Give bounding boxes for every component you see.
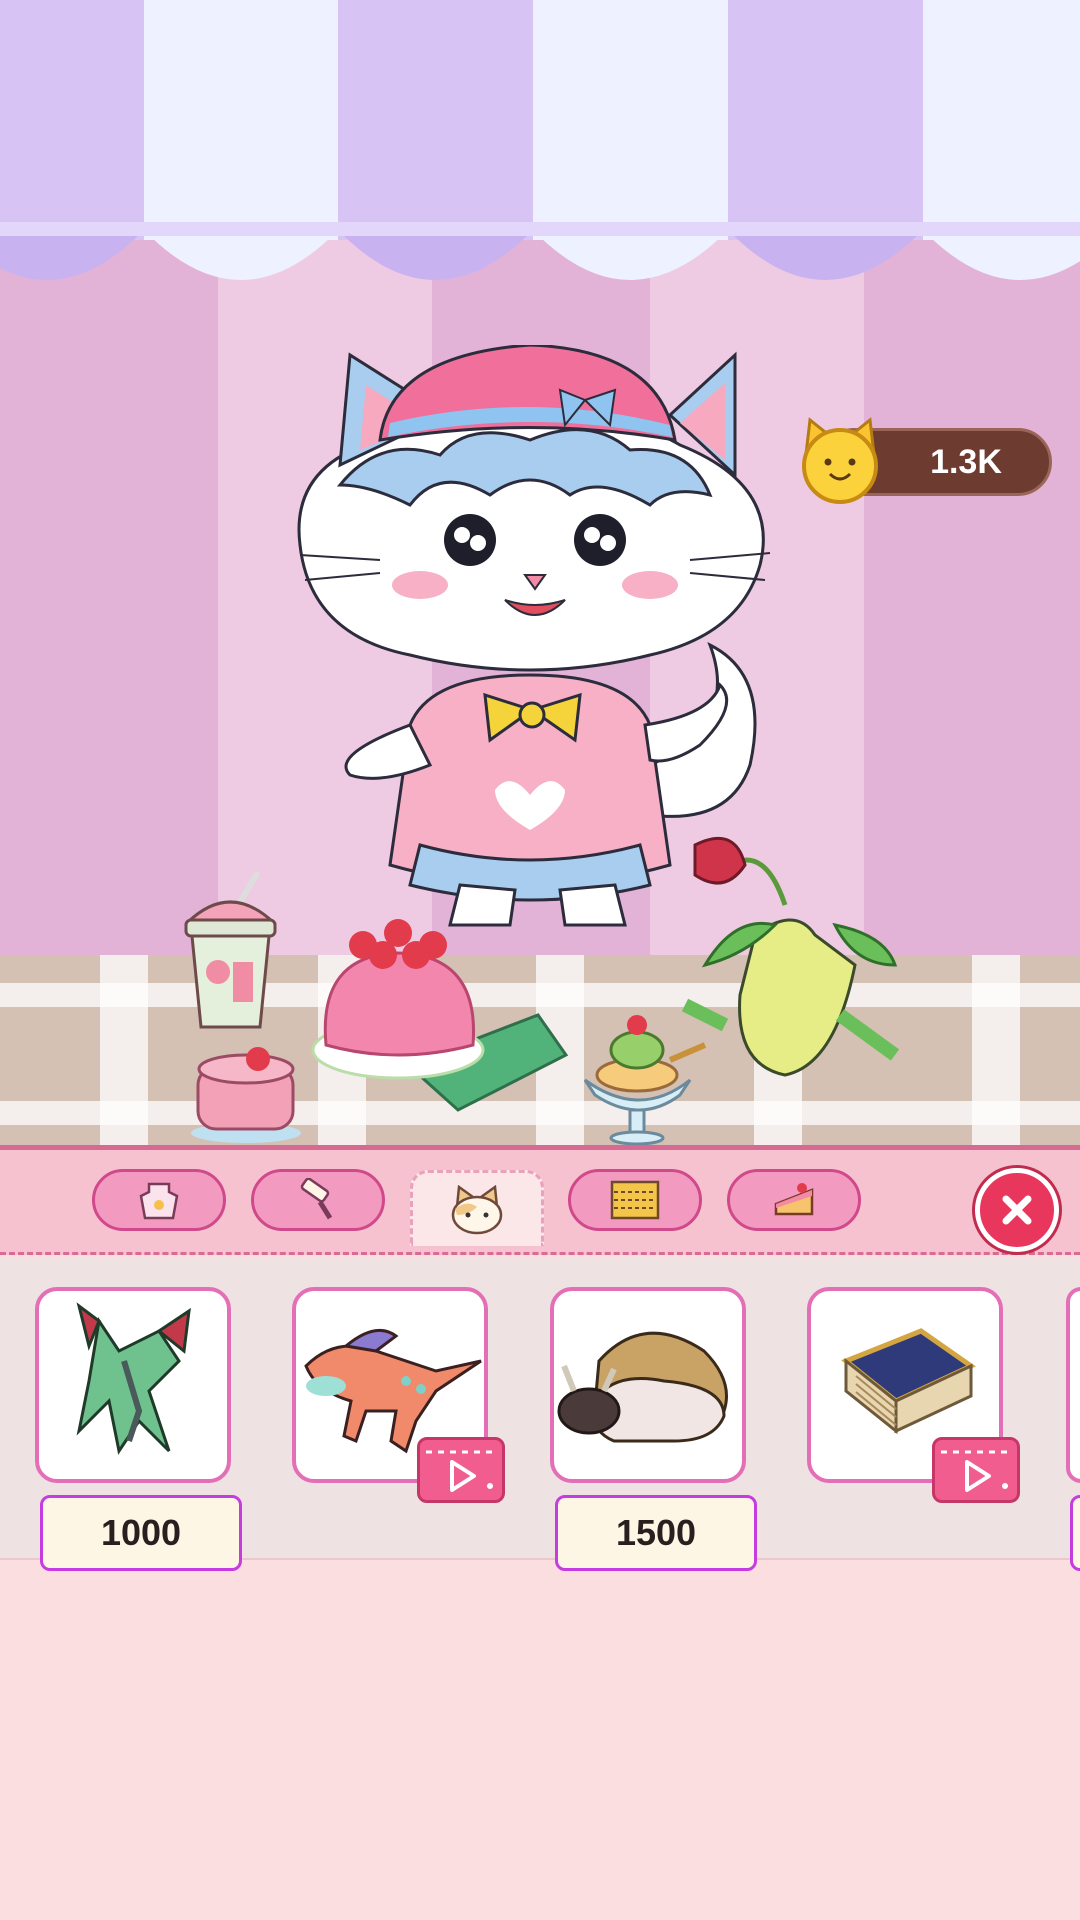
floor-pattern-icon xyxy=(610,1180,660,1220)
tab-floor[interactable] xyxy=(568,1169,702,1231)
tab-food[interactable] xyxy=(727,1169,861,1231)
watch-video-button[interactable] xyxy=(417,1437,505,1503)
item-card-next[interactable] xyxy=(1066,1287,1080,1483)
apron-icon xyxy=(139,1182,179,1220)
play-video-icon xyxy=(941,1450,1011,1492)
close-button[interactable] xyxy=(975,1168,1059,1252)
green-dragon-icon xyxy=(76,1302,191,1455)
tab-pets[interactable] xyxy=(410,1170,544,1246)
close-icon xyxy=(1002,1195,1032,1225)
item-price: 1500 xyxy=(555,1495,757,1571)
leaf-sprout-creature[interactable] xyxy=(665,825,905,1085)
milkshake-cup[interactable] xyxy=(178,872,283,1032)
tab-apron[interactable] xyxy=(92,1169,226,1231)
coin-amount: 1.3K xyxy=(930,443,1002,481)
cat-coin-icon xyxy=(802,417,878,504)
armored-bison-icon xyxy=(557,1331,728,1443)
item-card-dragon[interactable] xyxy=(35,1287,231,1483)
item-price-next xyxy=(1070,1495,1080,1571)
cake-slice-icon xyxy=(774,1183,814,1216)
tab-divider xyxy=(0,1252,1080,1255)
strawberry-cake[interactable] xyxy=(188,1045,303,1145)
shop-scene: 1.3K xyxy=(0,0,1080,1145)
item-price: 1000 xyxy=(40,1495,242,1571)
item-card-bison[interactable] xyxy=(550,1287,746,1483)
watch-video-button[interactable] xyxy=(932,1437,1020,1503)
play-video-icon xyxy=(426,1450,496,1492)
cat-face-icon xyxy=(451,1184,503,1234)
strawberry-jelly[interactable] xyxy=(308,915,568,1115)
paint-roller-icon xyxy=(300,1178,333,1220)
awning xyxy=(0,0,1080,280)
tab-roller[interactable] xyxy=(251,1169,385,1231)
